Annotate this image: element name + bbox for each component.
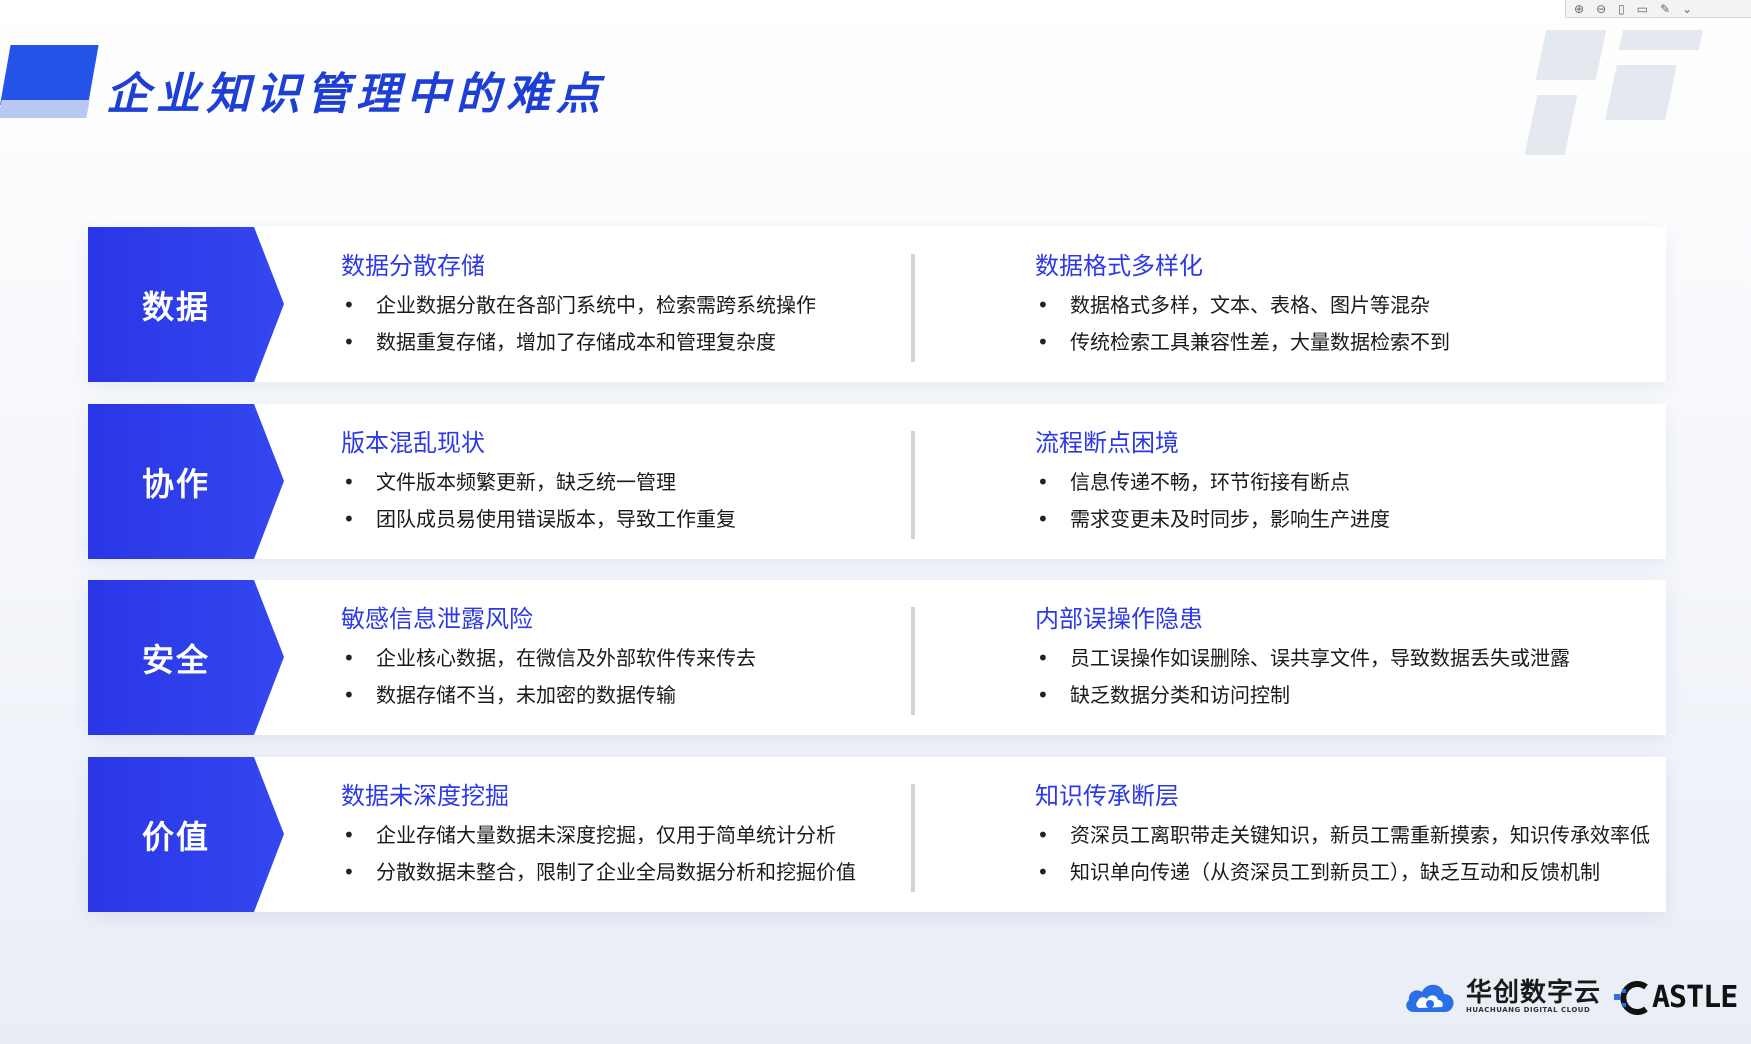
pen-icon[interactable]: ✎ <box>1660 3 1670 15</box>
left-issue-block: 版本混乱现状文件版本频繁更新，缺乏统一管理团队成员易使用错误版本，导致工作重复 <box>341 426 736 538</box>
issue-item: 企业数据分散在各部门系统中，检索需跨系统操作 <box>341 287 816 324</box>
issue-list: 资深员工离职带走关键知识，新员工需重新摸索，知识传承效率低知识单向传递（从资深员… <box>1035 817 1650 891</box>
issue-list: 企业数据分散在各部门系统中，检索需跨系统操作数据重复存储，增加了存储成本和管理复… <box>341 287 816 361</box>
page-down-icon[interactable]: ▭ <box>1637 3 1648 15</box>
issue-list: 信息传递不畅，环节衔接有断点需求变更未及时同步，影响生产进度 <box>1035 464 1390 538</box>
issue-item: 企业核心数据，在微信及外部软件传来传去 <box>341 640 756 677</box>
category-label: 安全 <box>141 640 210 679</box>
issue-item: 数据重复存储，增加了存储成本和管理复杂度 <box>341 324 816 361</box>
issue-list: 企业存储大量数据未深度挖掘，仅用于简单统计分析分散数据未整合，限制了企业全局数据… <box>341 817 856 891</box>
column-divider <box>911 607 915 715</box>
column-divider <box>911 254 915 362</box>
issue-list: 文件版本频繁更新，缺乏统一管理团队成员易使用错误版本，导致工作重复 <box>341 464 736 538</box>
issue-heading: 数据格式多样化 <box>1035 252 1203 280</box>
title-accent-shadow <box>0 100 90 118</box>
issue-list: 员工误操作如误删除、误共享文件，导致数据丢失或泄露缺乏数据分类和访问控制 <box>1035 640 1570 714</box>
right-issue-block: 数据格式多样化数据格式多样，文本、表格、图片等混杂传统检索工具兼容性差，大量数据… <box>1035 249 1450 361</box>
zoom-in-icon[interactable]: ⊕ <box>1574 3 1584 15</box>
cloud-logo-icon <box>1406 984 1454 1012</box>
row-1: 协作 版本混乱现状文件版本频繁更新，缺乏统一管理团队成员易使用错误版本，导致工作重… <box>88 404 1666 559</box>
category-label: 协作 <box>141 464 210 503</box>
left-issue-block: 数据分散存储企业数据分散在各部门系统中，检索需跨系统操作数据重复存储，增加了存储… <box>341 249 816 361</box>
row-2: 安全 敏感信息泄露风险企业核心数据，在微信及外部软件传来传去数据存储不当，未加密的… <box>88 580 1666 735</box>
issue-heading: 版本混乱现状 <box>341 429 485 457</box>
issue-item: 信息传递不畅，环节衔接有断点 <box>1035 464 1390 501</box>
page-title: 企业知识管理中的难点 <box>106 69 606 120</box>
issue-heading: 敏感信息泄露风险 <box>341 605 533 633</box>
issue-item: 文件版本频繁更新，缺乏统一管理 <box>341 464 736 501</box>
issue-item: 数据格式多样，文本、表格、图片等混杂 <box>1035 287 1450 324</box>
issue-item: 团队成员易使用错误版本，导致工作重复 <box>341 501 736 538</box>
issue-heading: 数据分散存储 <box>341 252 485 280</box>
page-icon[interactable]: ▯ <box>1618 3 1625 15</box>
category-label: 价值 <box>141 817 210 856</box>
issue-list: 企业核心数据，在微信及外部软件传来传去数据存储不当，未加密的数据传输 <box>341 640 756 714</box>
astle-text: ASTLE <box>1652 980 1738 1015</box>
category-label: 数据 <box>141 287 210 326</box>
issue-item: 知识单向传递（从资深员工到新员工），缺乏互动和反馈机制 <box>1035 854 1650 891</box>
astle-logo: ASTLE <box>1612 980 1738 1015</box>
right-issue-block: 流程断点困境信息传递不畅，环节衔接有断点需求变更未及时同步，影响生产进度 <box>1035 426 1390 538</box>
issue-item: 企业存储大量数据未深度挖掘，仅用于简单统计分析 <box>341 817 856 854</box>
title-accent-bar <box>0 45 99 105</box>
astle-c-icon <box>1614 980 1648 1015</box>
row-0: 数据 数据分散存储企业数据分散在各部门系统中，检索需跨系统操作数据重复存储，增加了… <box>88 227 1666 382</box>
right-issue-block: 内部误操作隐患员工误操作如误删除、误共享文件，导致数据丢失或泄露缺乏数据分类和访… <box>1035 602 1570 714</box>
row-3: 价值 数据未深度挖掘企业存储大量数据未深度挖掘，仅用于简单统计分析分散数据未整合，… <box>88 757 1666 912</box>
issue-item: 数据存储不当，未加密的数据传输 <box>341 677 756 714</box>
decorative-pattern <box>1521 30 1711 160</box>
issue-heading: 内部误操作隐患 <box>1035 605 1203 633</box>
left-issue-block: 敏感信息泄露风险企业核心数据，在微信及外部软件传来传去数据存储不当，未加密的数据… <box>341 602 756 714</box>
logo-cn-text: 华创数字云 <box>1466 978 1602 1008</box>
huachuang-logo: 华创数字云 HUACHUANG DIGITAL CLOUD <box>1402 978 1601 1016</box>
issue-item: 分散数据未整合，限制了企业全局数据分析和挖掘价值 <box>341 854 856 891</box>
issue-item: 员工误操作如误删除、误共享文件，导致数据丢失或泄露 <box>1035 640 1570 677</box>
logo-en-text: HUACHUANG DIGITAL CLOUD <box>1466 1006 1591 1014</box>
issue-item: 资深员工离职带走关键知识，新员工需重新摸索，知识传承效率低 <box>1035 817 1650 854</box>
issue-item: 缺乏数据分类和访问控制 <box>1035 677 1570 714</box>
zoom-out-icon[interactable]: ⊖ <box>1596 3 1606 15</box>
issue-heading: 知识传承断层 <box>1035 782 1179 810</box>
viewer-toolbar: ⊕ ⊖ ▯ ▭ ✎ ⌄ <box>1565 0 1751 18</box>
issue-item: 需求变更未及时同步，影响生产进度 <box>1035 501 1390 538</box>
issue-heading: 数据未深度挖掘 <box>341 782 509 810</box>
right-issue-block: 知识传承断层资深员工离职带走关键知识，新员工需重新摸索，知识传承效率低知识单向传… <box>1035 779 1650 891</box>
column-divider <box>911 431 915 539</box>
issue-list: 数据格式多样，文本、表格、图片等混杂传统检索工具兼容性差，大量数据检索不到 <box>1035 287 1450 361</box>
issue-item: 传统检索工具兼容性差，大量数据检索不到 <box>1035 324 1450 361</box>
chevron-down-icon[interactable]: ⌄ <box>1682 3 1692 15</box>
issue-heading: 流程断点困境 <box>1035 429 1179 457</box>
column-divider <box>911 784 915 892</box>
left-issue-block: 数据未深度挖掘企业存储大量数据未深度挖掘，仅用于简单统计分析分散数据未整合，限制… <box>341 779 856 891</box>
